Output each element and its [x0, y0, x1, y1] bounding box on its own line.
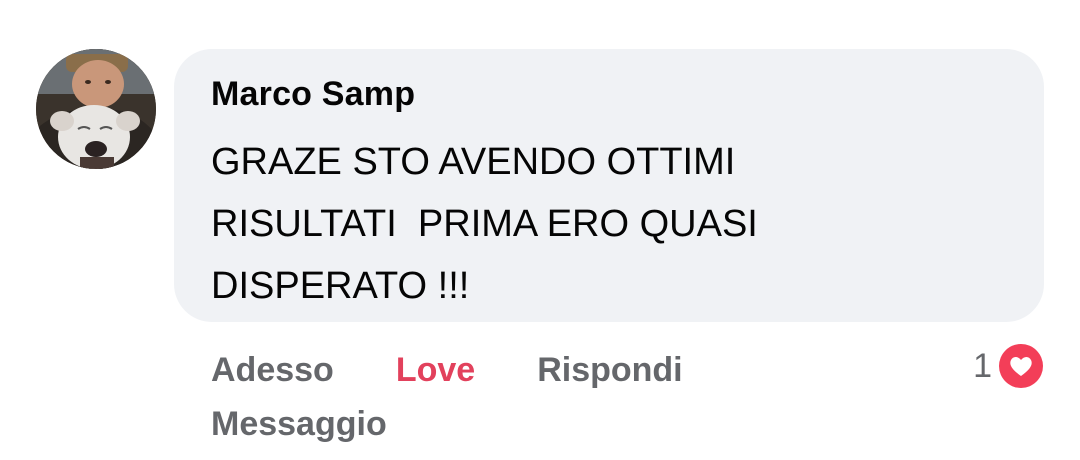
love-button[interactable]: Love [396, 351, 475, 390]
comment-actions: Adesso Love Rispondi [211, 345, 683, 395]
reaction-count: 1 [973, 346, 992, 385]
love-heart-icon [998, 343, 1044, 389]
comment-bubble: Marco Samp GRAZE STO AVENDO OTTIMI RISUL… [174, 49, 1044, 322]
reaction-summary[interactable]: 1 [973, 343, 1044, 389]
message-button[interactable]: Messaggio [211, 405, 387, 444]
comment-text: GRAZE STO AVENDO OTTIMI RISULTATI PRIMA … [211, 141, 758, 307]
reply-button[interactable]: Rispondi [537, 351, 682, 390]
comment-author[interactable]: Marco Samp [211, 75, 415, 114]
timestamp[interactable]: Adesso [211, 351, 334, 390]
avatar[interactable] [36, 49, 156, 169]
profile-photo-icon [36, 49, 156, 169]
